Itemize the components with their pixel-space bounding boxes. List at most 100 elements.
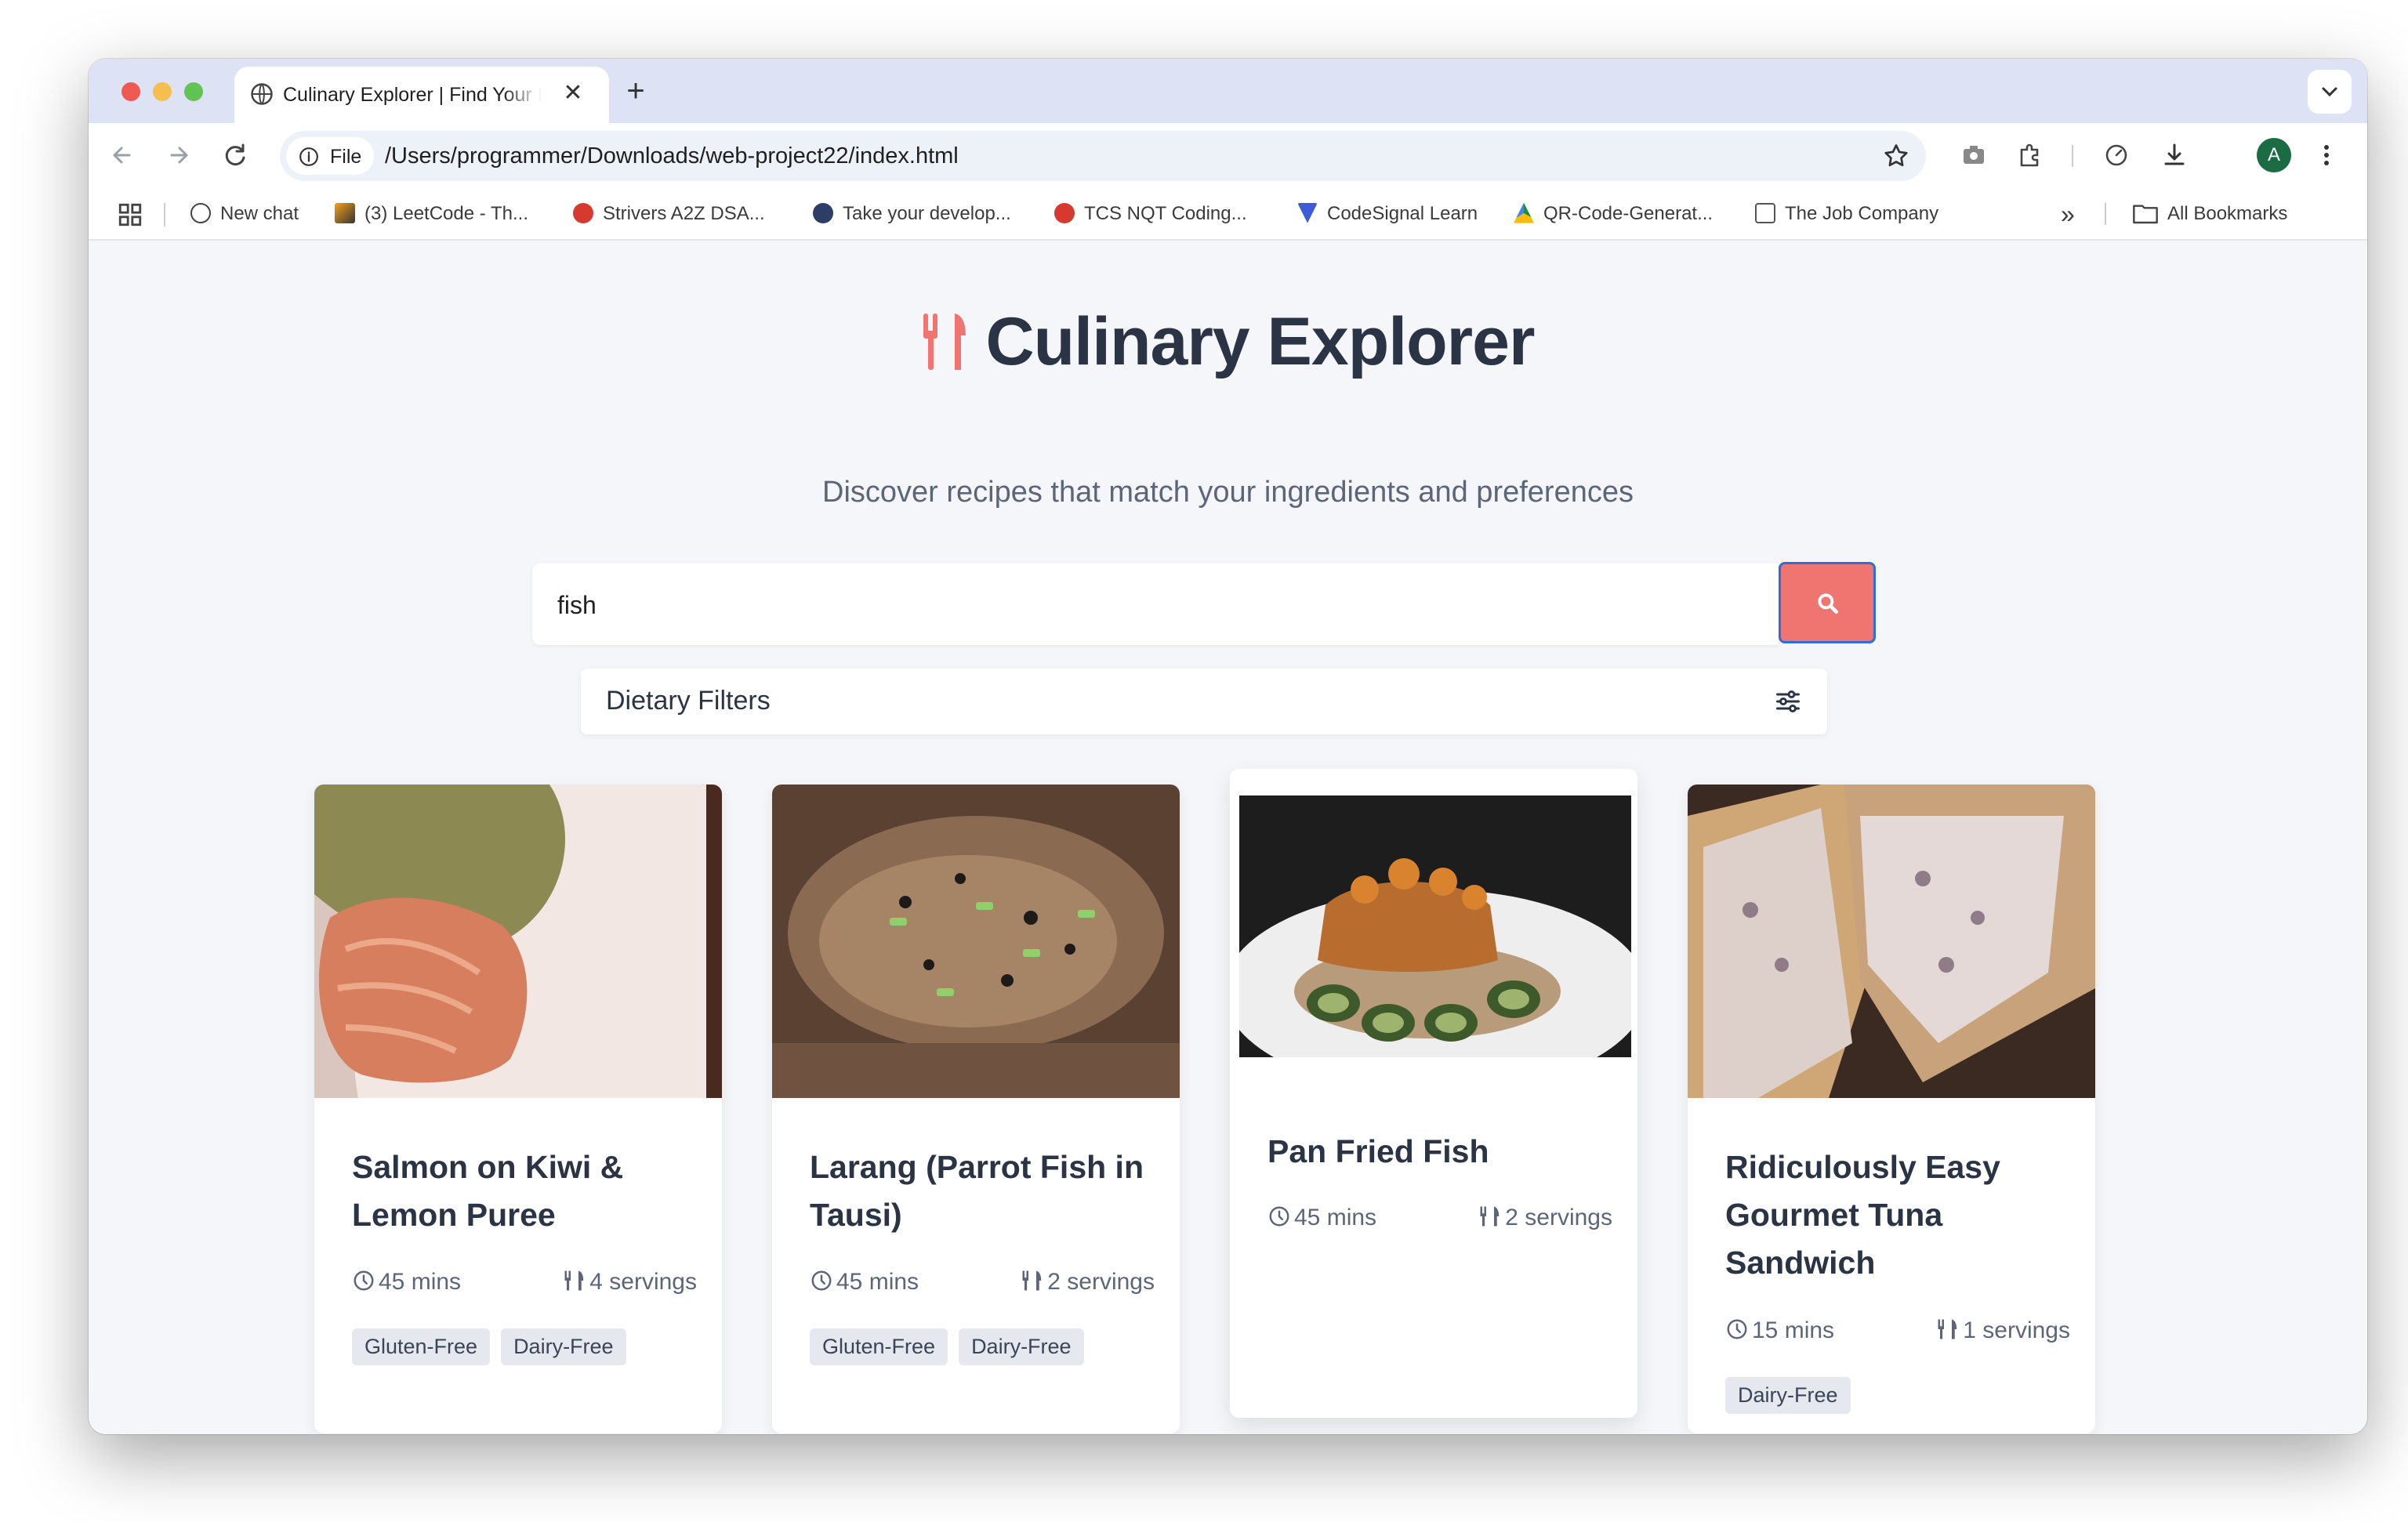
briefcase-icon [1755,202,1775,223]
recipe-time: 15 mins [1725,1317,1834,1344]
search-icon [1818,593,1838,614]
bookmark-strivers[interactable]: Strivers A2Z DSA... [573,198,765,230]
recipe-servings-value: 2 servings [1047,1269,1155,1295]
new-tab-button[interactable]: + [618,74,653,109]
bookmark-label: New chat [220,203,299,224]
utensils-icon [1022,1270,1042,1291]
recipe-servings: 1 servings [1936,1317,2070,1344]
clock-icon [1269,1206,1289,1227]
sliders-icon [1776,690,1800,712]
zoom-window-button[interactable] [184,82,203,101]
back-button[interactable] [104,137,140,173]
bookmark-label: The Job Company [1785,203,1939,224]
search-button[interactable] [1779,562,1876,643]
bookmarks-overflow-button[interactable]: » [2061,198,2075,230]
bookmark-tcs-nqt[interactable]: TCS NQT Coding... [1054,198,1247,230]
search-bar [532,564,1779,645]
tag-dairy-free: Dairy-Free [1725,1377,1851,1414]
downloads-button[interactable] [2155,136,2194,175]
kebab-menu-icon [2324,145,2329,165]
app-title: Culinary Explorer [985,304,1536,379]
bookmark-codesignal[interactable]: CodeSignal Learn [1297,198,1478,230]
info-icon [299,147,318,166]
apps-grid-icon[interactable] [117,201,143,232]
recipe-time-value: 45 mins [1294,1205,1377,1230]
tuf-icon [573,202,593,223]
tab-search-button[interactable] [2308,70,2352,114]
recipe-servings: 2 servings [1021,1269,1155,1296]
recipe-card[interactable]: Salmon on Kiwi & Lemon Puree 45 mins 4 s… [314,785,722,1433]
clock-icon [354,1270,374,1291]
recipe-servings-value: 1 servings [1963,1317,2070,1343]
recipe-title: Pan Fried Fish [1267,1133,1489,1169]
camera-button[interactable] [1954,136,1993,175]
minimize-window-button[interactable] [153,82,172,101]
menu-button[interactable] [2307,136,2346,175]
recipe-servings: 4 servings [563,1269,697,1296]
star-icon[interactable] [1882,142,1910,170]
toolbar: File /Users/programmer/Downloads/web-pro… [89,123,2367,187]
toolbar-divider [2072,145,2073,167]
bookmark-label: Take your develop... [843,203,1011,224]
address-bar[interactable]: File /Users/programmer/Downloads/web-pro… [280,131,1926,181]
all-bookmarks-label: All Bookmarks [2167,203,2288,224]
leetcode-icon [335,202,355,223]
recipe-card[interactable]: Larang (Parrot Fish in Tausi) 45 mins 2 … [772,785,1180,1433]
bookmark-label: TCS NQT Coding... [1084,203,1247,224]
folder-icon [2133,205,2158,223]
page-content: Culinary Explorer Discover recipes that … [89,241,2367,1434]
bookmark-label: (3) LeetCode - Th... [364,203,528,224]
bookmark-qr-code[interactable]: QR-Code-Generat... [1514,198,1713,230]
utensils-icon [923,313,966,371]
drive-icon [1514,202,1534,223]
arrow-right-icon [170,147,188,164]
profile-avatar[interactable]: A [2257,138,2291,172]
recipe-image [314,785,722,1372]
utensils-icon [1480,1206,1500,1227]
dietary-filters-label: Dietary Filters [606,686,771,716]
bookmark-label: CodeSignal Learn [1327,203,1478,224]
recipe-meta: 45 mins 4 servings [352,1269,697,1300]
bookmark-job-company[interactable]: The Job Company [1755,198,1938,230]
utensils-icon [564,1270,584,1291]
recipe-image [1688,785,2095,1098]
site-info-chip[interactable]: File [286,137,374,175]
bookmark-label: QR-Code-Generat... [1543,203,1714,224]
speedometer-icon [2105,144,2127,166]
tag-dairy-free: Dairy-Free [959,1328,1084,1365]
reload-icon [225,143,245,166]
search-input[interactable] [556,582,1735,628]
recipe-time: 45 mins [1267,1205,1376,1231]
camera-icon [1964,146,1984,164]
recipe-card[interactable]: Ridiculously Easy Gourmet Tuna Sandwich … [1688,785,2095,1433]
active-tab[interactable]: Culinary Explorer | Find Your Perfect Re… [234,67,609,123]
tab-title: Culinary Explorer | Find Your Perfect Re… [283,84,542,106]
recipe-meta: 45 mins 2 servings [1267,1205,1612,1236]
tab-strip: Culinary Explorer | Find Your Perfect Re… [89,59,2367,123]
dietary-filters-toggle[interactable]: Dietary Filters [581,669,1827,734]
forward-button[interactable] [161,137,197,173]
puzzle-icon [2020,143,2039,167]
recipe-time-value: 15 mins [1752,1317,1835,1343]
all-bookmarks-button[interactable]: All Bookmarks [2133,198,2287,230]
bookmarks-divider-2 [2105,203,2106,225]
recipe-card[interactable]: Pan Fried Fish 45 mins 2 servings [1230,769,1637,1418]
performance-button[interactable] [2097,136,2136,175]
recipe-meta: 15 mins 1 servings [1725,1317,2070,1349]
close-window-button[interactable] [121,82,140,101]
bookmark-new-chat[interactable]: New chat [190,198,299,230]
file-label: File [330,146,362,168]
bookmarks-divider [164,203,165,226]
clock-icon [811,1270,832,1291]
bookmark-take-your-develop[interactable]: Take your develop... [813,198,1011,230]
tab-close-icon[interactable]: ✕ [557,78,589,109]
recipe-image [772,785,1180,1098]
bookmark-leetcode[interactable]: (3) LeetCode - Th... [335,198,528,230]
url-text: /Users/programmer/Downloads/web-project2… [385,143,959,169]
reload-button[interactable] [217,137,253,173]
codesignal-icon [1297,202,1318,223]
extensions-button[interactable] [2011,136,2050,175]
tuf-icon [1054,202,1075,223]
recipe-time: 45 mins [810,1269,919,1296]
recipe-servings-value: 4 servings [589,1269,697,1295]
